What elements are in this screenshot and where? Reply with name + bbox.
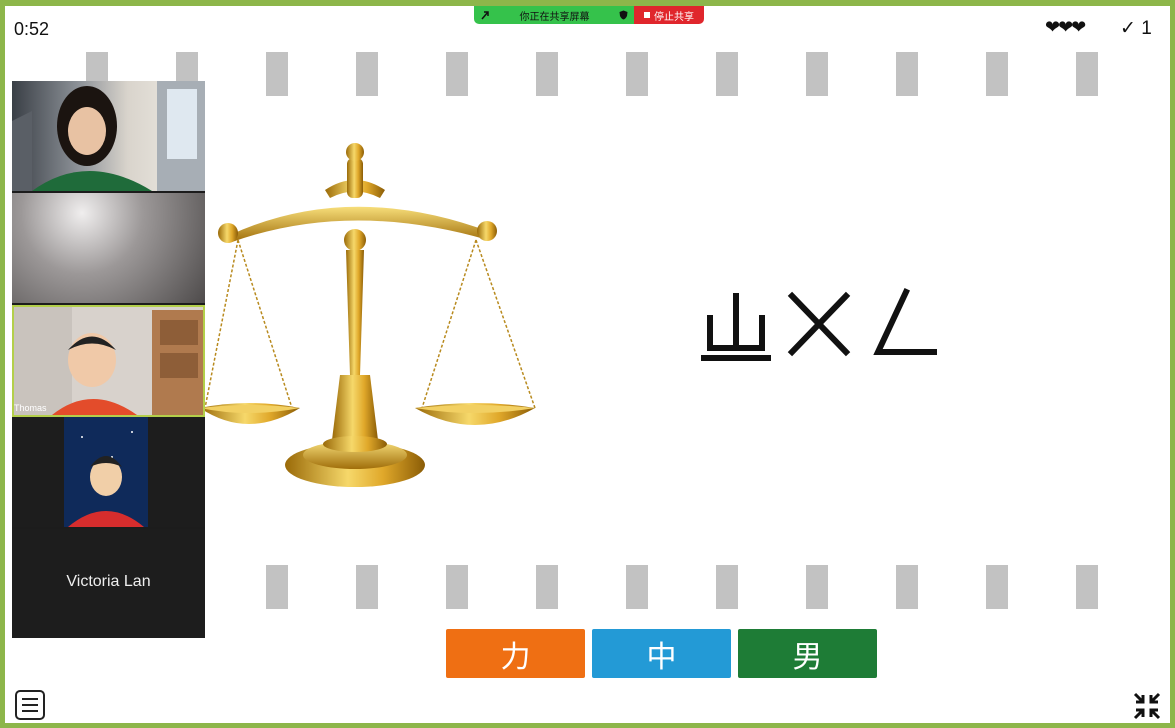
- video-tile[interactable]: [12, 417, 205, 529]
- participant-video: [64, 417, 148, 527]
- participant-video: [12, 305, 205, 415]
- lane-marker: [716, 565, 738, 609]
- lane-marker: [806, 52, 828, 96]
- answer-button-3[interactable]: 男: [738, 629, 877, 678]
- lane-marker: [986, 52, 1008, 96]
- lane-marker: [446, 565, 468, 609]
- check-icon: ✓: [1120, 18, 1136, 39]
- stop-share-label: 停止共享: [654, 11, 694, 23]
- menu-icon-line: [22, 710, 38, 712]
- lane-marker: [1076, 565, 1098, 609]
- video-tile[interactable]: [12, 81, 205, 193]
- lane-marker: [896, 52, 918, 96]
- answer-label: 男: [792, 640, 823, 674]
- answer-button-2[interactable]: 中: [592, 629, 731, 678]
- participant-name-large: Victoria Lan: [66, 573, 151, 590]
- shield-icon: [619, 10, 628, 20]
- lane-marker: [266, 565, 288, 609]
- zhuyin-eng: [873, 288, 937, 355]
- answer-button-1[interactable]: 力: [446, 629, 585, 678]
- lane-marker: [896, 565, 918, 609]
- lane-marker: [806, 565, 828, 609]
- share-arrow-icon: [481, 11, 489, 20]
- lane-marker: [1076, 52, 1098, 96]
- zhuyin-u: [787, 291, 851, 357]
- video-tile-active[interactable]: Thomas: [12, 305, 205, 417]
- exit-fullscreen-icon[interactable]: [1131, 690, 1163, 722]
- participant-name: Thomas: [14, 403, 47, 413]
- answer-label: 力: [500, 640, 531, 674]
- lives-hearts: ❤❤❤: [1045, 17, 1086, 37]
- lane-marker: [266, 52, 288, 96]
- zhuyin-prompt: ㄓ ㄨ ㄥ: [700, 286, 940, 366]
- stop-icon: [644, 12, 650, 18]
- menu-button[interactable]: [15, 690, 45, 720]
- justice-scale-image: [200, 143, 536, 487]
- menu-icon-line: [22, 704, 38, 706]
- video-gallery: Thomas Victoria Lan: [12, 81, 205, 638]
- zhuyin-zh: [701, 293, 771, 361]
- menu-icon-line: [22, 698, 38, 700]
- participant-video: [12, 81, 205, 191]
- lane-marker: [356, 52, 378, 96]
- share-message: 你正在共享屏幕: [519, 11, 590, 23]
- lane-marker: [536, 565, 558, 609]
- lane-marker: [626, 52, 648, 96]
- countdown-timer: 0:52: [14, 19, 50, 39]
- answer-label: 中: [646, 640, 677, 674]
- lane-marker: [356, 565, 378, 609]
- lane-marker: [626, 565, 648, 609]
- stop-share-button[interactable]: 停止共享: [634, 6, 704, 24]
- lane-marker: [716, 52, 738, 96]
- share-status[interactable]: 你正在共享屏幕: [474, 6, 634, 24]
- score-counter: ✓ 1: [1120, 17, 1152, 40]
- video-tile[interactable]: [12, 193, 205, 305]
- lane-marker: [536, 52, 558, 96]
- score-value: 1: [1141, 18, 1152, 39]
- lane-marker: [446, 52, 468, 96]
- lane-marker: [986, 565, 1008, 609]
- screen-share-bar: 你正在共享屏幕 停止共享: [474, 6, 704, 24]
